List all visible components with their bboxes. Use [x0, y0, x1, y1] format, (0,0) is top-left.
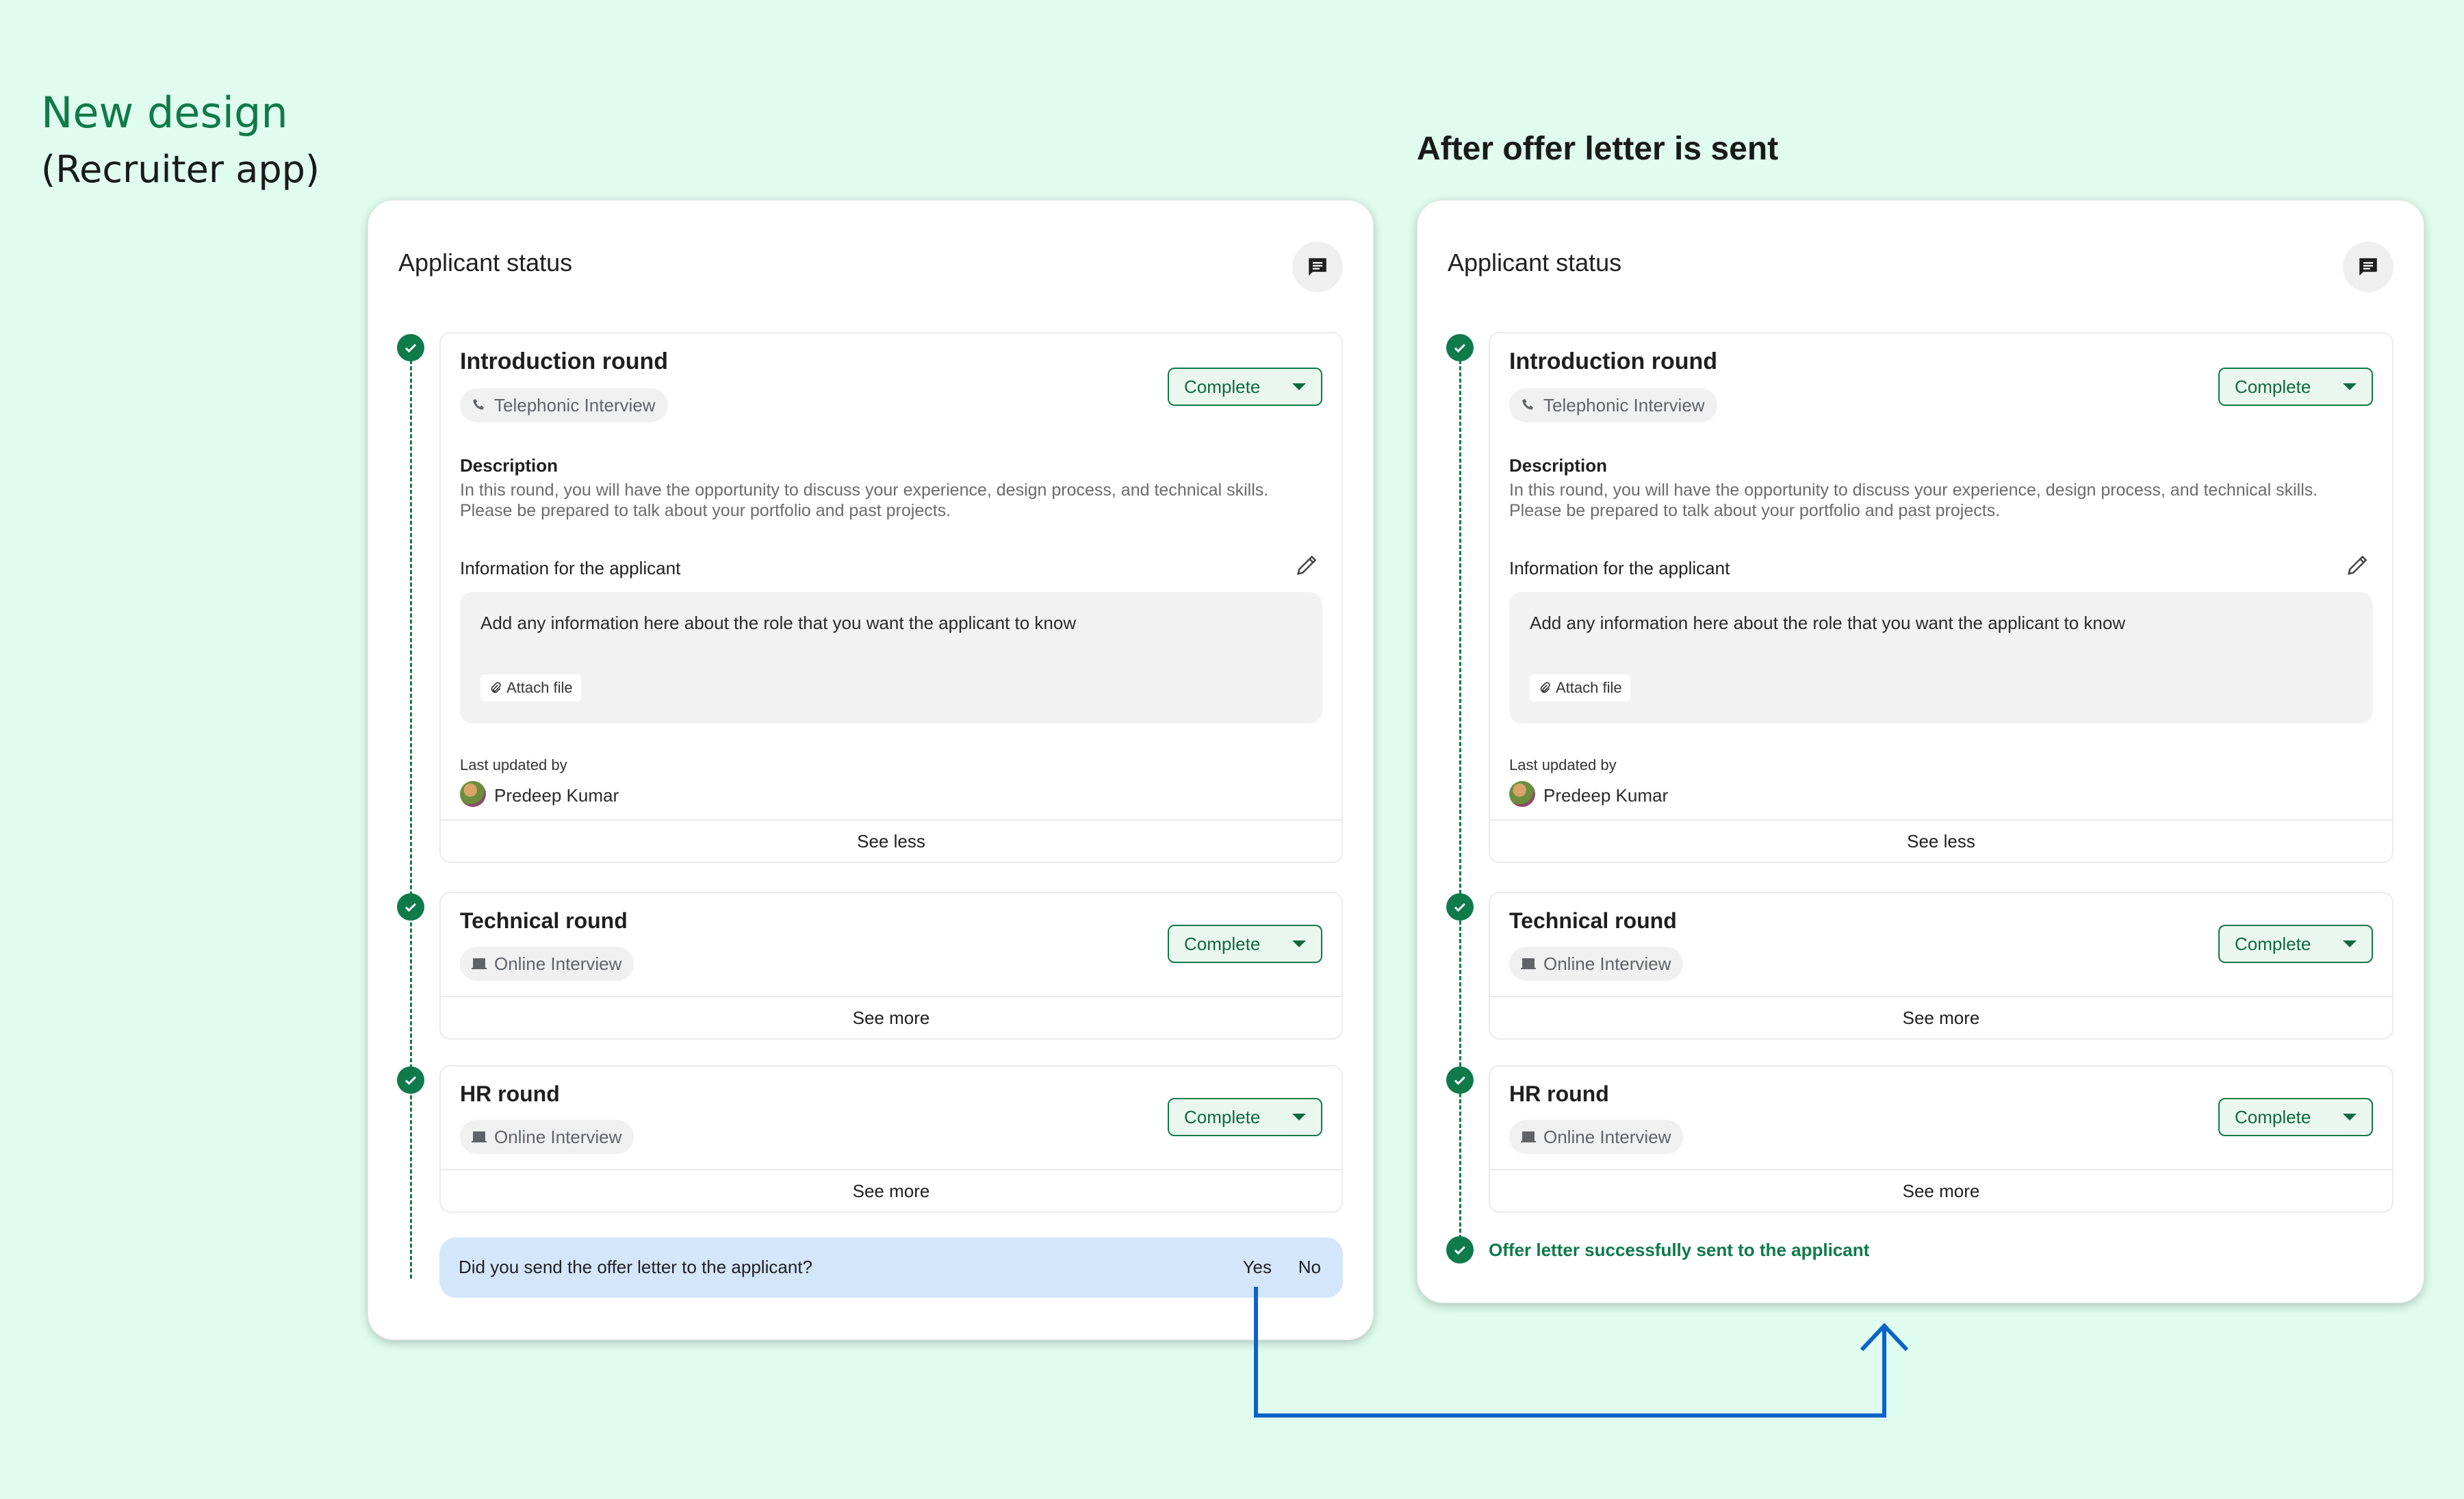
- flow-arrow: [1254, 1287, 1909, 1418]
